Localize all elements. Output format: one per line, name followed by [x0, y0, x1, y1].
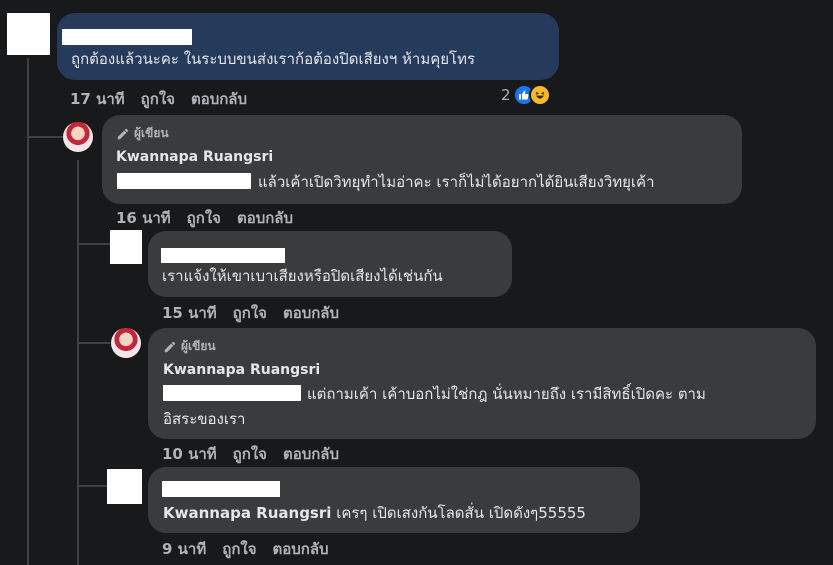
redacted-name: [161, 248, 285, 263]
author-badge: ผู้เขียน: [116, 124, 169, 143]
redacted-name: [162, 481, 280, 497]
avatar[interactable]: [110, 230, 142, 264]
thread-connector-c2: [27, 136, 63, 138]
comment-time[interactable]: 17 นาที: [70, 87, 125, 111]
comment-text: เราแจ้งให้เขาเบาเสียงหรือปิดเสียงได้เช่น…: [162, 267, 443, 285]
redacted-mention: [163, 385, 301, 401]
comment-actions: 9 นาที ถูกใจ ตอบกลับ: [162, 537, 329, 561]
thread-line-main: [27, 58, 29, 565]
comment-text: ถูกต้องแล้วนะคะ ในระบบขนส่งเราก้อต้องปิด…: [71, 50, 476, 68]
thread-line-sub: [77, 160, 79, 565]
avatar[interactable]: [107, 469, 142, 504]
comment-time[interactable]: 9 นาที: [162, 537, 206, 561]
comment-actions: 16 นาที ถูกใจ ตอบกลับ: [116, 206, 293, 230]
comment-text: แล้วเค้าเปิดวิทยุทำไมอ่าคะ เราก็ไม่ได้อย…: [258, 173, 655, 191]
comment-body: เครๆ เปิดเสงกันโลดสั่น เปิดดังๆ55555: [336, 504, 586, 522]
comment-time[interactable]: 15 นาที: [162, 301, 217, 325]
comment-actions: 17 นาที ถูกใจ ตอบกลับ: [70, 87, 247, 111]
thread-connector-c3: [77, 243, 110, 245]
reaction-count: 2: [501, 86, 511, 104]
commenter-name[interactable]: Kwannapa Ruangsri: [163, 362, 320, 378]
avatar[interactable]: [7, 13, 50, 55]
reply-button[interactable]: ตอบกลับ: [237, 206, 293, 230]
author-avatar[interactable]: [111, 328, 141, 358]
reply-button[interactable]: ตอบกลับ: [283, 301, 339, 325]
reply-button[interactable]: ตอบกลับ: [191, 87, 247, 111]
thread-connector-c4: [77, 342, 110, 344]
comment-time[interactable]: 10 นาที: [162, 442, 217, 466]
reaction-summary[interactable]: 2: [501, 84, 551, 106]
comment-actions: 10 นาที ถูกใจ ตอบกลับ: [162, 442, 339, 466]
pencil-icon: [117, 128, 129, 139]
comment-text: Kwannapa Ruangsri เครๆ เปิดเสงกันโลดสั่น…: [163, 500, 586, 526]
mention-link[interactable]: Kwannapa Ruangsri: [163, 504, 331, 522]
like-button[interactable]: ถูกใจ: [141, 87, 175, 111]
like-button[interactable]: ถูกใจ: [222, 537, 256, 561]
reply-button[interactable]: ตอบกลับ: [273, 537, 329, 561]
author-avatar[interactable]: [63, 122, 93, 152]
author-badge-label: ผู้เขียน: [181, 339, 216, 353]
like-button[interactable]: ถูกใจ: [187, 206, 221, 230]
like-button[interactable]: ถูกใจ: [233, 301, 267, 325]
thread-connector-c5: [77, 485, 107, 487]
reply-button[interactable]: ตอบกลับ: [283, 442, 339, 466]
commenter-name[interactable]: Kwannapa Ruangsri: [116, 149, 273, 165]
redacted-name: [62, 29, 192, 45]
comment-actions: 15 นาที ถูกใจ ตอบกลับ: [162, 301, 339, 325]
like-button[interactable]: ถูกใจ: [233, 442, 267, 466]
pencil-icon: [164, 341, 176, 352]
comment-text-line2: อิสระของเรา: [163, 410, 246, 428]
author-badge: ผู้เขียน: [163, 337, 216, 356]
haha-emoji-icon: [528, 84, 551, 106]
redacted-mention: [117, 173, 251, 189]
comment-time[interactable]: 16 นาที: [116, 206, 171, 230]
author-badge-label: ผู้เขียน: [134, 126, 169, 140]
comment-text-line1: แต่ถามเค้า เค้าบอกไม่ใช่กฎ นั่นหมายถึง เ…: [307, 385, 706, 403]
